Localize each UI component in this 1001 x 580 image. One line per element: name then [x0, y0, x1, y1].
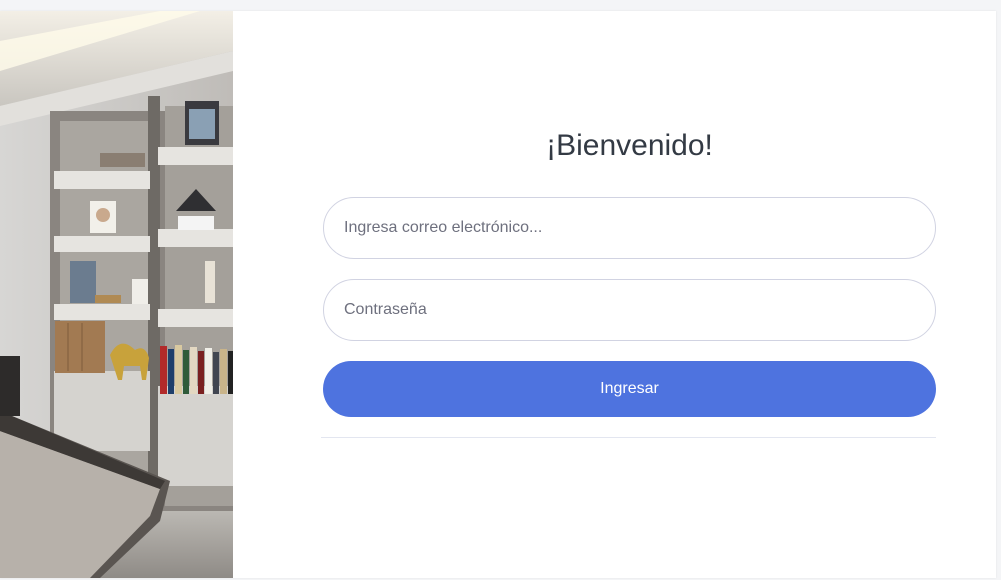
page-title: ¡Bienvenido!: [546, 129, 713, 162]
login-button[interactable]: Ingresar: [323, 361, 936, 417]
divider: [321, 437, 936, 438]
email-field[interactable]: [323, 197, 936, 259]
password-field[interactable]: [323, 279, 936, 341]
login-form-area: ¡Bienvenido! Ingresar: [233, 11, 996, 578]
office-bookshelf-photo: [0, 11, 233, 578]
login-card: ¡Bienvenido! Ingresar: [0, 11, 996, 578]
